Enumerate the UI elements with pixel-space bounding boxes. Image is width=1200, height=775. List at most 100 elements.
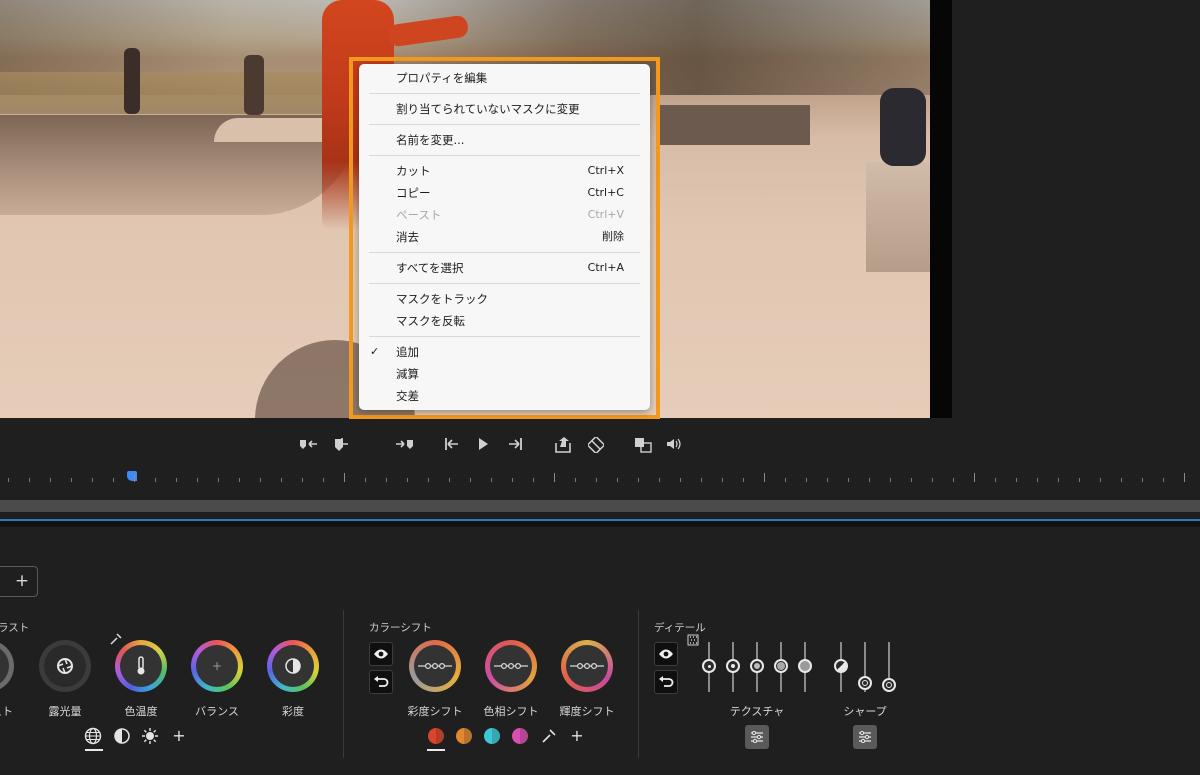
color-swatch-orange[interactable] [456,728,472,744]
contrast-dial[interactable] [0,640,14,692]
ruler-tick [8,478,9,482]
menu-item-shortcut: Ctrl+A [587,261,624,274]
shift-curve-icon [485,640,537,692]
ruler-tick [953,478,954,482]
menu-item-label: マスクを反転 [396,314,465,328]
ruler-tick [92,478,93,482]
eye-icon[interactable] [654,642,678,666]
ruler-tick [596,478,597,482]
menu-item[interactable]: 名前を変更... [359,129,650,151]
saturation-label: 彩度 [282,705,304,718]
ruler-tick [407,478,408,482]
menu-item[interactable]: マスクを反転 [359,310,650,332]
saturation-dial[interactable] [267,640,319,692]
ruler-tick [1058,478,1059,482]
texture-slider-knob[interactable] [750,659,764,673]
menu-item[interactable]: 減算 [359,363,650,385]
loop-icon[interactable] [586,435,606,455]
timeline-separator [0,521,1200,527]
add-color-button[interactable]: + [567,726,587,745]
ruler-tick [806,478,807,482]
go-to-in-icon[interactable] [443,437,461,455]
eyedropper-icon[interactable] [539,728,559,748]
globe-icon[interactable] [83,727,103,749]
ruler-tick [386,478,387,482]
sharpen-slider-knob[interactable] [882,678,896,692]
menu-item[interactable]: カット Ctrl+X [359,160,650,182]
color-swatch-magenta[interactable] [512,728,528,744]
shift-curve-icon [409,640,461,692]
ruler-tick [155,478,156,482]
export-frame-icon[interactable] [554,437,572,455]
background-person [244,55,264,115]
ruler-tick [638,478,639,482]
menu-item-shortcut: 削除 [602,230,624,243]
timeline-track[interactable] [0,500,1200,512]
texture-slider-knob[interactable] [774,659,788,673]
sitting-person [880,88,926,166]
exposure-dial[interactable] [39,640,91,692]
menu-item[interactable]: 割り当てられていないマスクに変更 [359,98,650,120]
reset-icon[interactable] [654,670,678,694]
sharpen-slider-knob[interactable] [834,659,848,673]
menu-item[interactable]: 消去 削除 [359,226,650,248]
ruler-tick [827,478,828,482]
add-mask-button[interactable]: + [8,566,36,597]
ruler-tick [260,478,261,482]
ruler-tick [344,473,345,482]
ruler-tick [491,478,492,482]
aperture-icon [39,640,91,692]
ruler-tick [1163,478,1164,482]
hue-shift-dial[interactable] [485,640,537,692]
menu-item[interactable]: 交差 [359,385,650,407]
safe-margins-icon[interactable] [633,437,653,455]
menu-item[interactable]: すべてを選択 Ctrl+A [359,257,650,279]
timeline-ruler[interactable] [0,470,1200,490]
color-swatch-cyan[interactable] [484,728,500,744]
texture-settings-button[interactable] [745,725,769,749]
eye-icon[interactable] [369,642,393,666]
play-icon[interactable] [475,437,491,455]
menu-item[interactable]: マスクをトラック [359,288,650,310]
menu-item-shortcut: Ctrl+V [587,208,624,221]
texture-slider-knob[interactable] [798,659,812,673]
color-swatch-red[interactable] [428,728,444,744]
ruler-tick [848,478,849,482]
go-to-out-icon[interactable] [506,437,524,455]
playhead[interactable] [127,471,137,481]
mark-in-icon[interactable] [298,437,320,455]
add-range-button-left[interactable]: + [169,726,189,745]
mark-out-icon[interactable] [394,437,416,455]
background-grass [0,72,360,114]
thermometer-icon [115,640,167,692]
ruler-tick [197,478,198,482]
texture-slider-knob[interactable] [726,659,740,673]
mark-clip-icon[interactable] [332,437,350,455]
ruler-tick [680,478,681,482]
texture-slider-knob[interactable] [702,659,716,673]
sharpen-label: シャープ [843,705,887,718]
globe-active-underline [85,749,103,751]
contrast-mode-icon[interactable] [112,727,132,749]
volume-icon[interactable] [665,437,683,455]
luminance-shift-dial[interactable] [561,640,613,692]
menu-item[interactable]: コピー Ctrl+C [359,182,650,204]
menu-item[interactable]: ✓ 追加 [359,341,650,363]
saturation-shift-label: 彩度シフト [407,705,463,718]
background-wall [660,105,810,145]
temperature-dial[interactable] [115,640,167,692]
ruler-tick [911,478,912,482]
sharpen-slider-knob[interactable] [858,676,872,690]
menu-separator [369,252,640,253]
ruler-tick [995,478,996,482]
reset-icon[interactable] [369,670,393,694]
ruler-tick [470,478,471,482]
section-title-color-shift: カラーシフト [369,622,432,634]
sun-icon[interactable] [140,727,160,749]
tint-dial[interactable]: + [191,640,243,692]
menu-item[interactable]: プロパティを編集 [359,67,650,89]
ruler-tick [890,478,891,482]
sharpen-settings-button[interactable] [853,725,877,749]
saturation-shift-dial[interactable] [409,640,461,692]
tint-label: バランス [195,705,239,718]
